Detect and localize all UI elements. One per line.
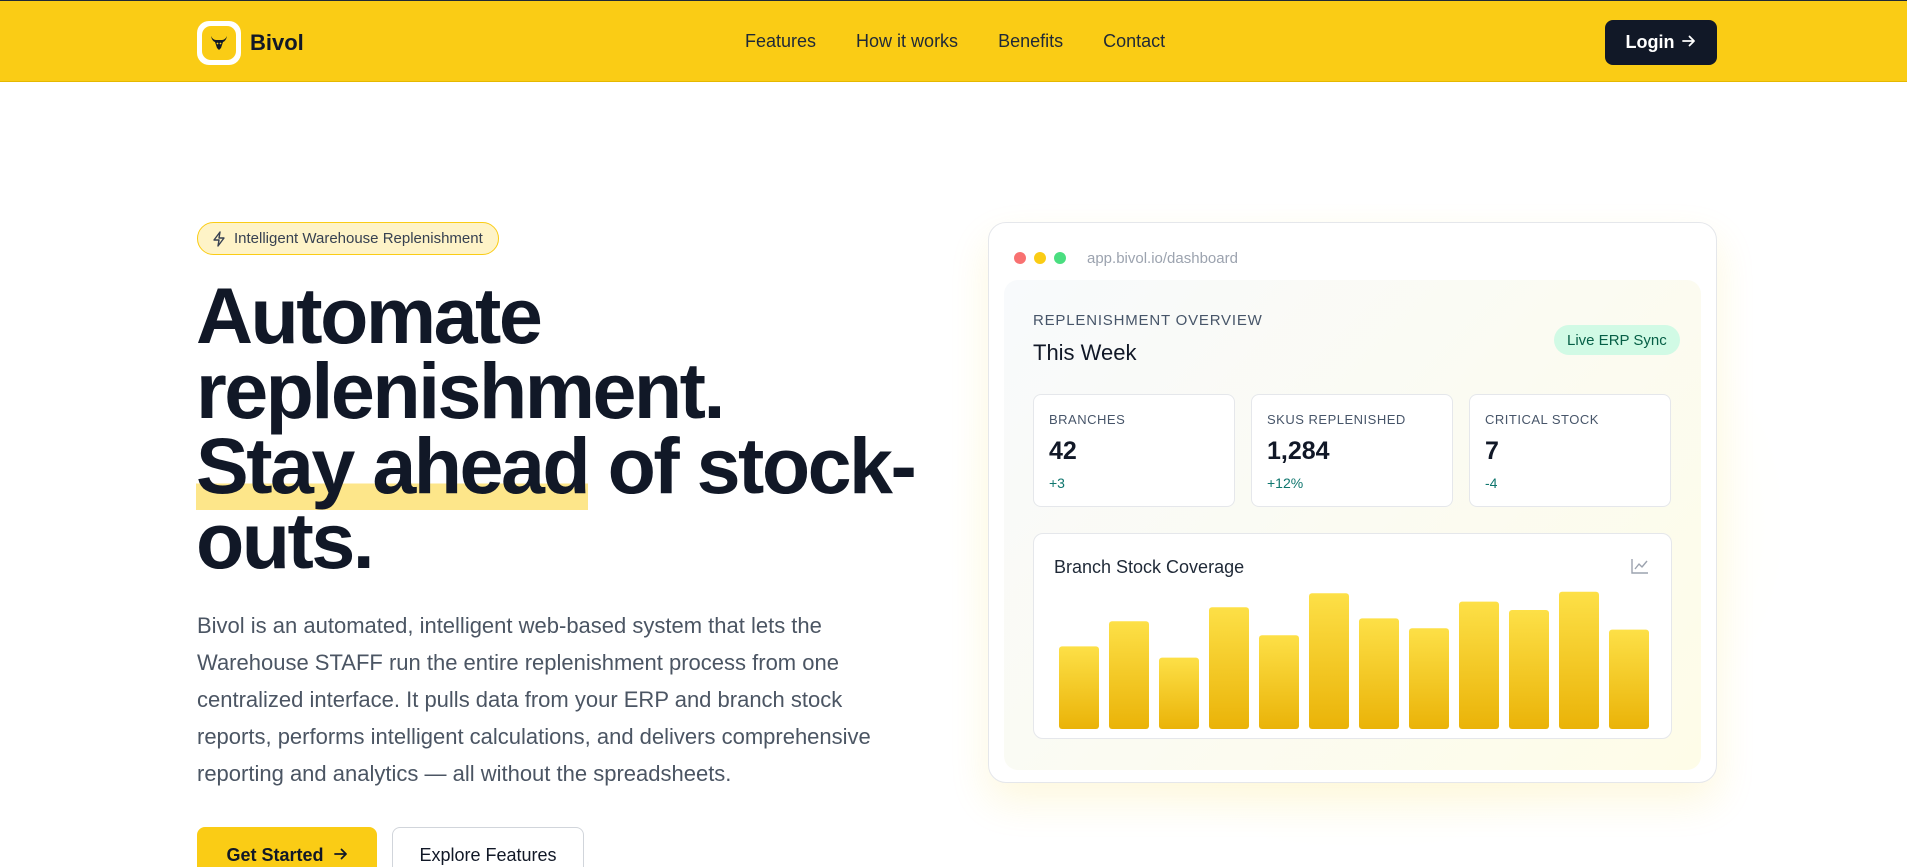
chart-title: Branch Stock Coverage bbox=[1054, 557, 1245, 577]
stat-value: 1,284 bbox=[1267, 437, 1330, 465]
brand-name: Bivol bbox=[250, 30, 304, 55]
nav-link-how-it-works[interactable]: How it works bbox=[856, 31, 958, 52]
line-chart-icon[interactable] bbox=[1631, 558, 1649, 579]
lightning-bolt-icon bbox=[212, 230, 226, 247]
stat-delta: -4 bbox=[1485, 475, 1498, 491]
overview-label: REPLENISHMENT OVERVIEW bbox=[1033, 312, 1263, 329]
explore-features-button[interactable]: Explore Features bbox=[392, 827, 584, 867]
stat-card-critical-stock: CRITICAL STOCK 7 -4 bbox=[1469, 394, 1671, 507]
stat-label: CRITICAL STOCK bbox=[1485, 412, 1599, 427]
main-nav: Features How it works Benefits Contact bbox=[745, 31, 1205, 52]
window-dot-red bbox=[1014, 252, 1026, 264]
stat-label: SKUS REPLENISHED bbox=[1267, 412, 1406, 427]
hero-description: Bivol is an automated, intelligent web-b… bbox=[197, 613, 871, 786]
nav-link-benefits[interactable]: Benefits bbox=[998, 31, 1063, 52]
hero-badge-label: Intelligent Warehouse Replenishment bbox=[234, 230, 483, 247]
logo-badge bbox=[197, 21, 241, 65]
chart-bar bbox=[1059, 646, 1099, 729]
hero-headline: Automate replenishment. Stay ahead of st… bbox=[196, 276, 936, 580]
brand-logo[interactable]: Bivol bbox=[197, 21, 304, 65]
overview-period: This Week bbox=[1033, 340, 1137, 365]
live-sync-badge: Live ERP Sync bbox=[1554, 325, 1680, 355]
chart-bar bbox=[1159, 657, 1199, 729]
dashboard-panel: REPLENISHMENT OVERVIEW This Week Live ER… bbox=[1004, 280, 1701, 770]
top-nav-bar: Bivol Features How it works Benefits Con… bbox=[0, 0, 1907, 82]
window-controls bbox=[1014, 252, 1074, 264]
nav-link-contact[interactable]: Contact bbox=[1103, 31, 1165, 52]
chart-bar bbox=[1109, 621, 1149, 729]
get-started-button[interactable]: Get Started bbox=[197, 827, 377, 867]
chart-bar bbox=[1209, 607, 1249, 729]
chart-bar bbox=[1409, 628, 1449, 729]
chart-bar bbox=[1609, 629, 1649, 729]
stat-value: 7 bbox=[1485, 437, 1499, 465]
dashboard-preview-window: app.bivol.io/dashboard REPLENISHMENT OVE… bbox=[988, 222, 1717, 783]
stat-delta: +3 bbox=[1049, 475, 1065, 491]
login-label: Login bbox=[1625, 32, 1675, 52]
stat-card-branches: BRANCHES 42 +3 bbox=[1033, 394, 1235, 507]
nav-link-features[interactable]: Features bbox=[745, 31, 816, 52]
window-dot-yellow bbox=[1034, 252, 1046, 264]
get-started-label: Get Started bbox=[226, 844, 324, 865]
stat-label: BRANCHES bbox=[1049, 412, 1126, 427]
hero-badge: Intelligent Warehouse Replenishment bbox=[197, 222, 499, 255]
stat-delta: +12% bbox=[1267, 475, 1304, 491]
chart-bar bbox=[1509, 610, 1549, 729]
chart-bar bbox=[1559, 591, 1599, 729]
chart-bar bbox=[1259, 635, 1299, 729]
bull-head-icon bbox=[202, 26, 236, 60]
chart-bar bbox=[1459, 601, 1499, 729]
arrow-right-icon bbox=[1682, 32, 1696, 53]
arrow-right-icon bbox=[333, 845, 348, 866]
chart-bar bbox=[1309, 593, 1349, 729]
stat-card-skus-replenished: SKUS REPLENISHED 1,284 +12% bbox=[1251, 394, 1453, 507]
bar-chart bbox=[1059, 591, 1649, 729]
window-url: app.bivol.io/dashboard bbox=[1087, 250, 1238, 267]
stat-value: 42 bbox=[1049, 437, 1077, 465]
chart-bar bbox=[1359, 618, 1399, 729]
window-dot-green bbox=[1054, 252, 1066, 264]
explore-features-label: Explore Features bbox=[419, 844, 557, 865]
stock-coverage-chart-card: Branch Stock Coverage bbox=[1033, 533, 1672, 739]
login-button[interactable]: Login bbox=[1605, 20, 1717, 65]
